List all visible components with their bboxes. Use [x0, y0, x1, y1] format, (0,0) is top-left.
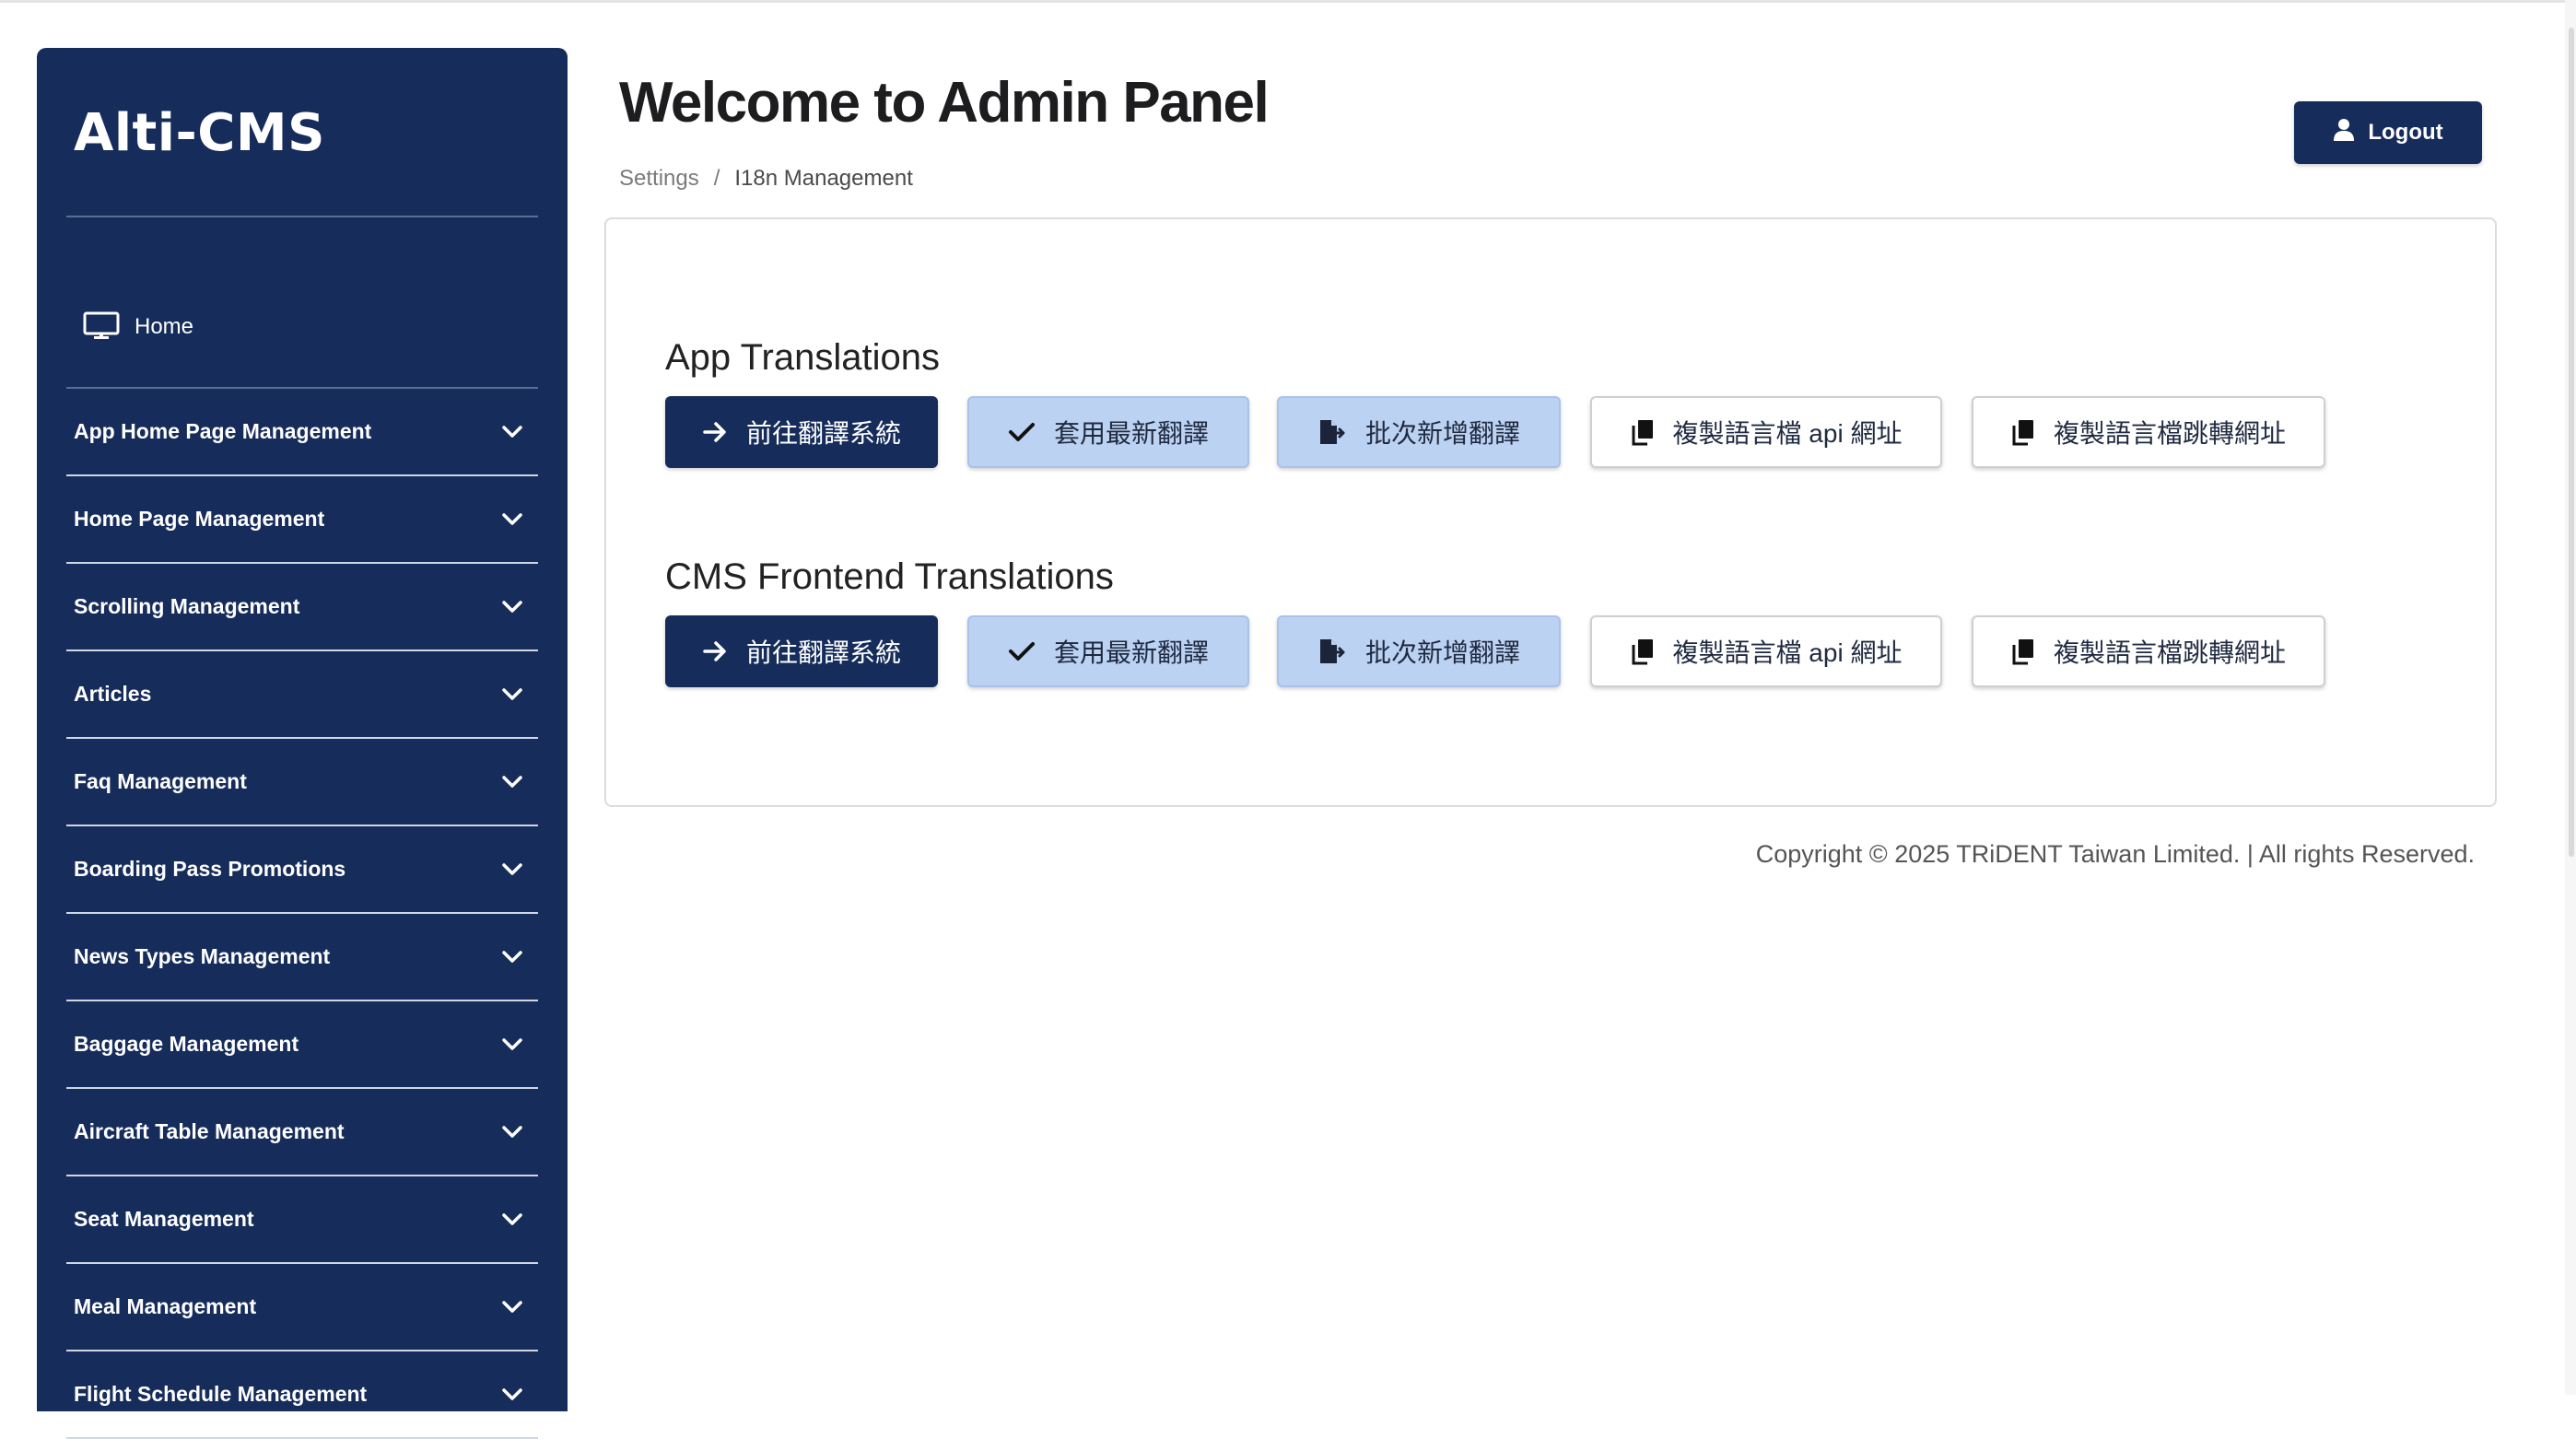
sidebar-item-label: Boarding Pass Promotions [74, 857, 346, 881]
logout-button[interactable]: Logout [2294, 101, 2482, 164]
copy-icon [1631, 418, 1655, 446]
button-label: 複製語言檔跳轉網址 [2053, 419, 2286, 448]
sidebar-item-app-home-page-management[interactable]: App Home Page Management [66, 389, 538, 476]
sidebar-item-label: Home Page Management [74, 507, 325, 531]
scrollbar-thumb[interactable] [2569, 28, 2574, 857]
sidebar-item-baggage-management[interactable]: Baggage Management [66, 1001, 538, 1089]
button-label: 批次新增翻譯 [1364, 419, 1520, 448]
chevron-down-icon [499, 419, 525, 445]
chevron-down-icon [499, 1207, 525, 1233]
monitor-icon [81, 310, 122, 344]
button-label: 前往翻譯系統 [745, 638, 901, 667]
sidebar-item-label: Home [135, 314, 194, 339]
sidebar-item-label: News Types Management [74, 944, 331, 968]
copy-language-redirect-url-button[interactable]: 複製語言檔跳轉網址 [1972, 615, 2325, 687]
sidebar-item-home[interactable]: Home [66, 267, 538, 387]
sidebar-item-home-page-management[interactable]: Home Page Management [66, 476, 538, 564]
section-title-app-translations: App Translations [665, 337, 940, 378]
chevron-down-icon [499, 1294, 525, 1320]
copy-language-api-url-button[interactable]: 複製語言檔 api 網址 [1590, 615, 1942, 687]
button-label: 複製語言檔跳轉網址 [2053, 638, 2286, 667]
sidebar-item-label: App Home Page Management [74, 419, 372, 443]
sidebar-item-scrolling-management[interactable]: Scrolling Management [66, 564, 538, 651]
chevron-down-icon [499, 769, 525, 795]
breadcrumb: Settings / I18n Management [619, 166, 913, 192]
chevron-down-icon [499, 1032, 525, 1058]
goto-translation-system-button[interactable]: 前往翻譯系統 [665, 396, 938, 468]
button-label: 套用最新翻譯 [1053, 638, 1209, 667]
sidebar-item-label: Articles [74, 682, 152, 706]
brand-logo-text[interactable]: Alti-CMS [74, 103, 325, 163]
breadcrumb-current: I18n Management [734, 166, 913, 191]
section-title-cms-frontend-translations: CMS Frontend Translations [665, 556, 1114, 597]
chevron-down-icon [499, 857, 525, 883]
footer-copyright: Copyright © 2025 TRiDENT Taiwan Limited.… [1755, 840, 2475, 868]
sidebar-item-label: Aircraft Table Management [74, 1119, 345, 1143]
sidebar: Alti-CMS Home App Home Page Management H… [37, 48, 568, 1439]
batch-add-translation-button[interactable]: 批次新增翻譯 [1277, 615, 1561, 687]
page-title: Welcome to Admin Panel [619, 71, 1270, 135]
arrow-right-icon [702, 640, 728, 662]
page-scrollbar[interactable] [2565, 0, 2576, 1395]
sidebar-item-articles[interactable]: Articles [66, 651, 538, 739]
sidebar-item-aircraft-table-management[interactable]: Aircraft Table Management [66, 1089, 538, 1176]
sidebar-divider [66, 216, 538, 217]
breadcrumb-separator: / [713, 166, 720, 191]
copy-icon [2011, 418, 2035, 446]
arrow-right-icon [702, 421, 728, 443]
sidebar-item-flight-schedule-management[interactable]: Flight Schedule Management [66, 1351, 538, 1439]
sidebar-item-news-types-management[interactable]: News Types Management [66, 914, 538, 1001]
sidebar-menu: App Home Page Management Home Page Manag… [66, 389, 538, 1439]
batch-add-translation-button[interactable]: 批次新增翻譯 [1277, 396, 1561, 468]
copy-language-redirect-url-button[interactable]: 複製語言檔跳轉網址 [1972, 396, 2325, 468]
copy-icon [2011, 638, 2035, 665]
button-label: 複製語言檔 api 網址 [1672, 419, 1903, 448]
button-label: 套用最新翻譯 [1053, 419, 1209, 448]
check-icon [1008, 640, 1036, 662]
button-label: 批次新增翻譯 [1364, 638, 1520, 667]
chevron-down-icon [499, 944, 525, 970]
goto-translation-system-button[interactable]: 前往翻譯系統 [665, 615, 938, 687]
button-label: 複製語言檔 api 網址 [1672, 638, 1903, 667]
sidebar-item-faq-management[interactable]: Faq Management [66, 739, 538, 826]
user-icon [2333, 118, 2355, 148]
chevron-down-icon [499, 1119, 525, 1145]
sidebar-item-label: Seat Management [74, 1207, 254, 1231]
check-icon [1008, 421, 1036, 443]
file-import-icon [1317, 418, 1347, 446]
sidebar-item-label: Meal Management [74, 1294, 257, 1318]
copy-icon [1631, 638, 1655, 665]
logout-label: Logout [2368, 120, 2443, 145]
sidebar-item-boarding-pass-promotions[interactable]: Boarding Pass Promotions [66, 826, 538, 914]
chevron-down-icon [499, 682, 525, 708]
chevron-down-icon [499, 507, 525, 532]
copy-language-api-url-button[interactable]: 複製語言檔 api 網址 [1590, 396, 1942, 468]
button-label: 前往翻譯系統 [745, 419, 901, 448]
breadcrumb-settings-link[interactable]: Settings [619, 166, 699, 192]
sidebar-item-label: Scrolling Management [74, 594, 300, 618]
sidebar-item-label: Faq Management [74, 769, 247, 793]
translations-card [604, 217, 2497, 807]
chevron-down-icon [499, 594, 525, 620]
apply-latest-translation-button[interactable]: 套用最新翻譯 [967, 615, 1249, 687]
window-top-border [0, 0, 2576, 3]
file-import-icon [1317, 638, 1347, 665]
apply-latest-translation-button[interactable]: 套用最新翻譯 [967, 396, 1249, 468]
sidebar-item-meal-management[interactable]: Meal Management [66, 1264, 538, 1351]
sidebar-item-label: Baggage Management [74, 1032, 299, 1056]
sidebar-item-seat-management[interactable]: Seat Management [66, 1176, 538, 1264]
